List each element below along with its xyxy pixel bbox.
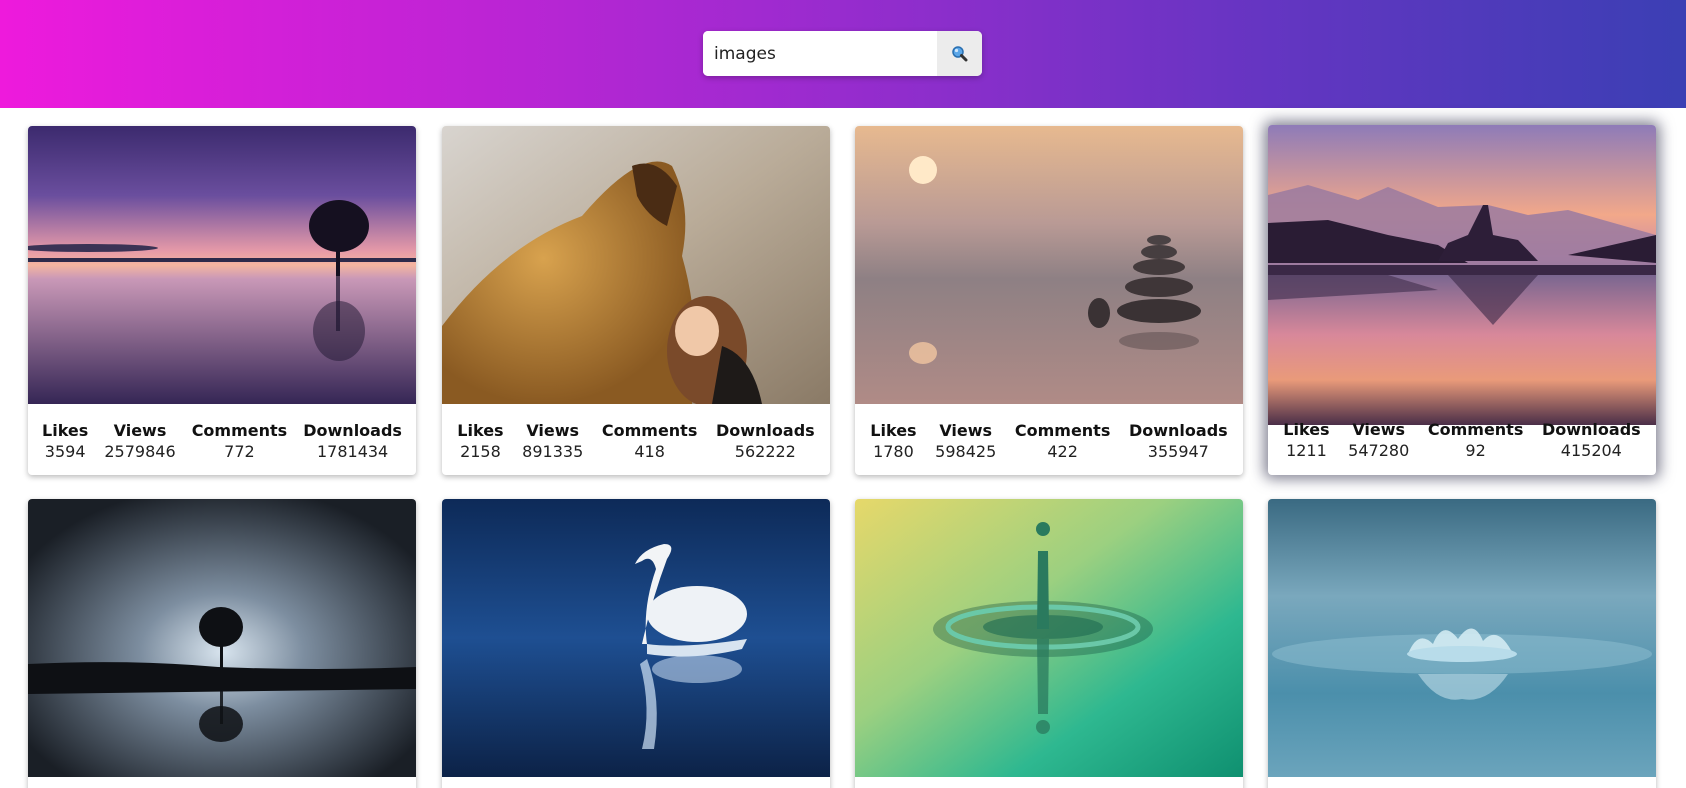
card-image[interactable] bbox=[855, 499, 1243, 777]
comments-stat: Comments 422 bbox=[1015, 420, 1111, 462]
comments-value: 772 bbox=[224, 442, 255, 461]
likes-stat: Likes 3594 bbox=[42, 420, 88, 462]
comments-stat: Comments 772 bbox=[192, 420, 288, 462]
image-card[interactable]: Likes 1211 Views 547280 Comments 92 Downloa… bbox=[1268, 125, 1656, 475]
comments-label: Comments bbox=[1014, 421, 1111, 440]
search-button[interactable] bbox=[937, 31, 982, 76]
card-stats: Likes 2158 Views 891335 Comments 418 Downlo… bbox=[442, 420, 830, 470]
views-label: Views bbox=[1352, 420, 1406, 439]
image-card[interactable]: Likes 3594 Views 2579846 Comments 772 Downl… bbox=[28, 126, 416, 475]
views-value: 598425 bbox=[935, 442, 997, 461]
card-image[interactable] bbox=[28, 499, 416, 777]
downloads-value: 415204 bbox=[1560, 441, 1622, 460]
card-image[interactable] bbox=[442, 499, 830, 777]
likes-label: Likes bbox=[1283, 420, 1330, 439]
header-bar bbox=[0, 0, 1686, 108]
views-stat: Views 598425 bbox=[935, 420, 996, 462]
card-image[interactable] bbox=[28, 126, 416, 404]
downloads-stat: Downloads 415204 bbox=[1542, 419, 1641, 461]
downloads-label: Downloads bbox=[1128, 421, 1228, 440]
downloads-stat: Downloads 355947 bbox=[1129, 420, 1228, 462]
image-card[interactable] bbox=[28, 499, 416, 788]
likes-stat: Likes 2158 bbox=[457, 420, 503, 462]
likes-value: 2158 bbox=[460, 442, 501, 461]
likes-value: 1211 bbox=[1286, 441, 1327, 460]
search-input[interactable] bbox=[703, 31, 937, 76]
downloads-value: 1781434 bbox=[316, 442, 389, 461]
views-label: Views bbox=[526, 421, 580, 440]
likes-value: 3594 bbox=[44, 442, 86, 461]
image-card[interactable]: Likes 2158 Views 891335 Comments 418 Downlo… bbox=[442, 126, 830, 475]
views-value: 547280 bbox=[1348, 441, 1410, 460]
comments-label: Comments bbox=[601, 421, 698, 440]
downloads-value: 562222 bbox=[734, 442, 796, 461]
likes-stat: Likes 1780 bbox=[870, 420, 916, 462]
comments-value: 418 bbox=[634, 442, 665, 461]
image-card[interactable]: Likes 1780 Views 598425 Comments 422 Downlo… bbox=[855, 126, 1243, 475]
comments-label: Comments bbox=[1427, 420, 1524, 439]
image-card[interactable] bbox=[1268, 499, 1656, 788]
downloads-label: Downloads bbox=[715, 421, 815, 440]
downloads-stat: Downloads 562222 bbox=[716, 420, 815, 462]
comments-value: 422 bbox=[1047, 442, 1078, 461]
search-icon bbox=[952, 46, 968, 62]
likes-label: Likes bbox=[457, 421, 504, 440]
search-box bbox=[703, 31, 982, 76]
card-image[interactable] bbox=[1268, 499, 1656, 777]
likes-stat: Likes 1211 bbox=[1283, 419, 1329, 461]
downloads-label: Downloads bbox=[1541, 420, 1641, 439]
views-stat: Views 2579846 bbox=[104, 420, 175, 462]
views-stat: Views 891335 bbox=[522, 420, 583, 462]
likes-label: Likes bbox=[42, 421, 89, 440]
downloads-value: 355947 bbox=[1147, 442, 1209, 461]
comments-stat: Comments 418 bbox=[602, 420, 698, 462]
image-card[interactable] bbox=[855, 499, 1243, 788]
card-image[interactable] bbox=[1268, 125, 1656, 425]
card-stats: Likes 3594 Views 2579846 Comments 772 Downl… bbox=[28, 420, 416, 470]
views-value: 891335 bbox=[522, 442, 584, 461]
comments-label: Comments bbox=[191, 421, 288, 440]
views-value: 2579846 bbox=[104, 442, 176, 461]
likes-label: Likes bbox=[870, 421, 917, 440]
comments-value: 92 bbox=[1465, 441, 1486, 460]
card-stats: Likes 1780 Views 598425 Comments 422 Downlo… bbox=[855, 420, 1243, 470]
views-label: Views bbox=[939, 421, 993, 440]
downloads-label: Downloads bbox=[303, 421, 402, 440]
card-stats: Likes 1211 Views 547280 Comments 92 Downloa… bbox=[1268, 419, 1656, 469]
downloads-stat: Downloads 1781434 bbox=[303, 420, 402, 462]
card-image[interactable] bbox=[442, 126, 830, 404]
views-stat: Views 547280 bbox=[1348, 419, 1409, 461]
views-label: Views bbox=[113, 421, 167, 440]
image-card[interactable] bbox=[442, 499, 830, 788]
card-image[interactable] bbox=[855, 126, 1243, 404]
comments-stat: Comments 92 bbox=[1428, 419, 1524, 461]
likes-value: 1780 bbox=[873, 442, 914, 461]
